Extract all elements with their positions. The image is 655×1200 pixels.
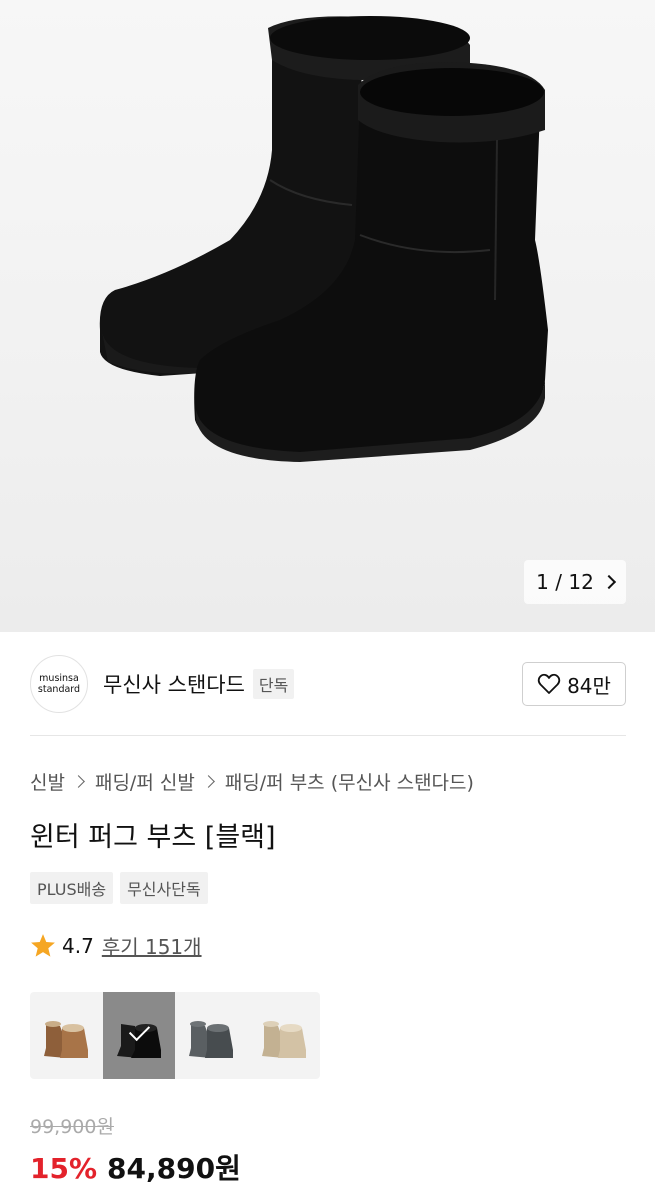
product-tags: PLUS배송 무신사단독 [30, 872, 208, 904]
brand-logo[interactable]: musinsa standard [30, 655, 88, 713]
image-counter[interactable]: 1 / 12 [524, 560, 626, 604]
swatch-brown[interactable] [30, 992, 103, 1079]
brown-boot-icon [44, 1020, 89, 1058]
product-image-gallery[interactable]: 1 / 12 [0, 0, 655, 632]
exclusive-badge: 단독 [252, 669, 295, 699]
brand-logo-line1: musinsa [39, 673, 79, 684]
original-price: 99,900원 [30, 1116, 114, 1138]
swatch-beige[interactable] [248, 992, 321, 1079]
rating-score: 4.7 [62, 933, 94, 958]
product-image [99, 16, 548, 462]
discount-rate: 15% [30, 1152, 98, 1185]
divider [30, 735, 626, 736]
sale-price: 84,890원 [107, 1152, 241, 1185]
product-title: 윈터 퍼그 부츠 [블랙] [30, 822, 276, 853]
swatch-black[interactable] [102, 992, 175, 1079]
heart-icon [537, 673, 561, 694]
tag-exclusive: 무신사단독 [120, 872, 208, 904]
color-swatches [30, 992, 320, 1079]
chevron-right-icon [601, 574, 616, 590]
beige-boot-icon [261, 1020, 306, 1058]
brand-name[interactable]: 무신사 스탠다드 [103, 669, 245, 699]
grey-boot-icon [189, 1020, 234, 1058]
breadcrumb: 신발 패딩/퍼 신발 패딩/퍼 부츠 (무신사 스탠다드) [30, 768, 474, 795]
tag-plus-delivery: PLUS배송 [30, 872, 114, 904]
breadcrumb-item[interactable]: 패딩/퍼 부츠 (무신사 스탠다드) [225, 768, 474, 795]
image-counter-text: 1 / 12 [536, 570, 594, 594]
like-count: 84만 [567, 673, 611, 698]
brand-row: musinsa standard 무신사 스탠다드 단독 84만 [30, 655, 626, 713]
breadcrumb-item[interactable]: 신발 [30, 768, 65, 795]
breadcrumb-item[interactable]: 패딩/퍼 신발 [95, 768, 195, 795]
chevron-right-icon [201, 775, 215, 788]
price-row: 15% 84,890원 [30, 1147, 241, 1187]
brand-logo-line2: standard [37, 684, 81, 695]
star-icon [31, 934, 55, 957]
chevron-right-icon [72, 775, 85, 788]
swatch-grey[interactable] [175, 992, 248, 1079]
rating: 4.7 후기 151개 [30, 931, 202, 960]
review-link[interactable]: 후기 151개 [102, 931, 202, 960]
like-button[interactable]: 84만 [522, 662, 626, 706]
